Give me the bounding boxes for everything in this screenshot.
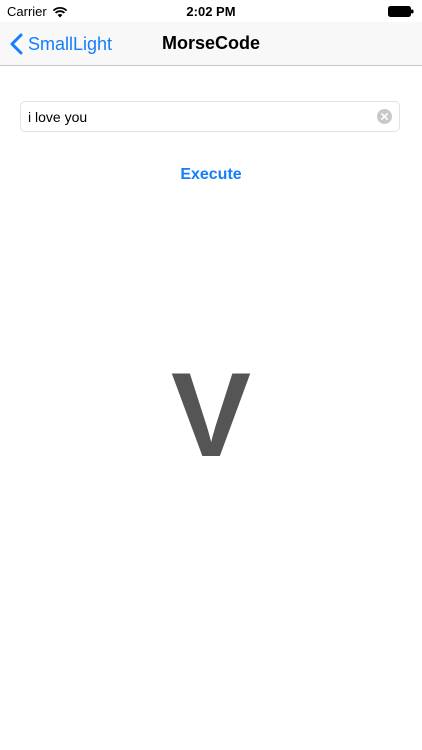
navigation-bar: SmallLight MorseCode — [0, 22, 422, 66]
text-field — [20, 101, 400, 132]
status-time: 2:02 PM — [186, 4, 236, 19]
battery-full-icon — [388, 6, 414, 17]
page-title: MorseCode — [161, 33, 260, 53]
status-bar: Carrier 2:02 PM — [0, 0, 422, 22]
current-letter-display: V — [170, 348, 252, 482]
clear-circle-icon[interactable] — [377, 109, 392, 124]
message-input[interactable] — [28, 102, 368, 131]
screen: Carrier 2:02 PM SmallLight MorseCode i l… — [0, 0, 422, 750]
execute-button[interactable]: Execute — [161, 166, 261, 184]
